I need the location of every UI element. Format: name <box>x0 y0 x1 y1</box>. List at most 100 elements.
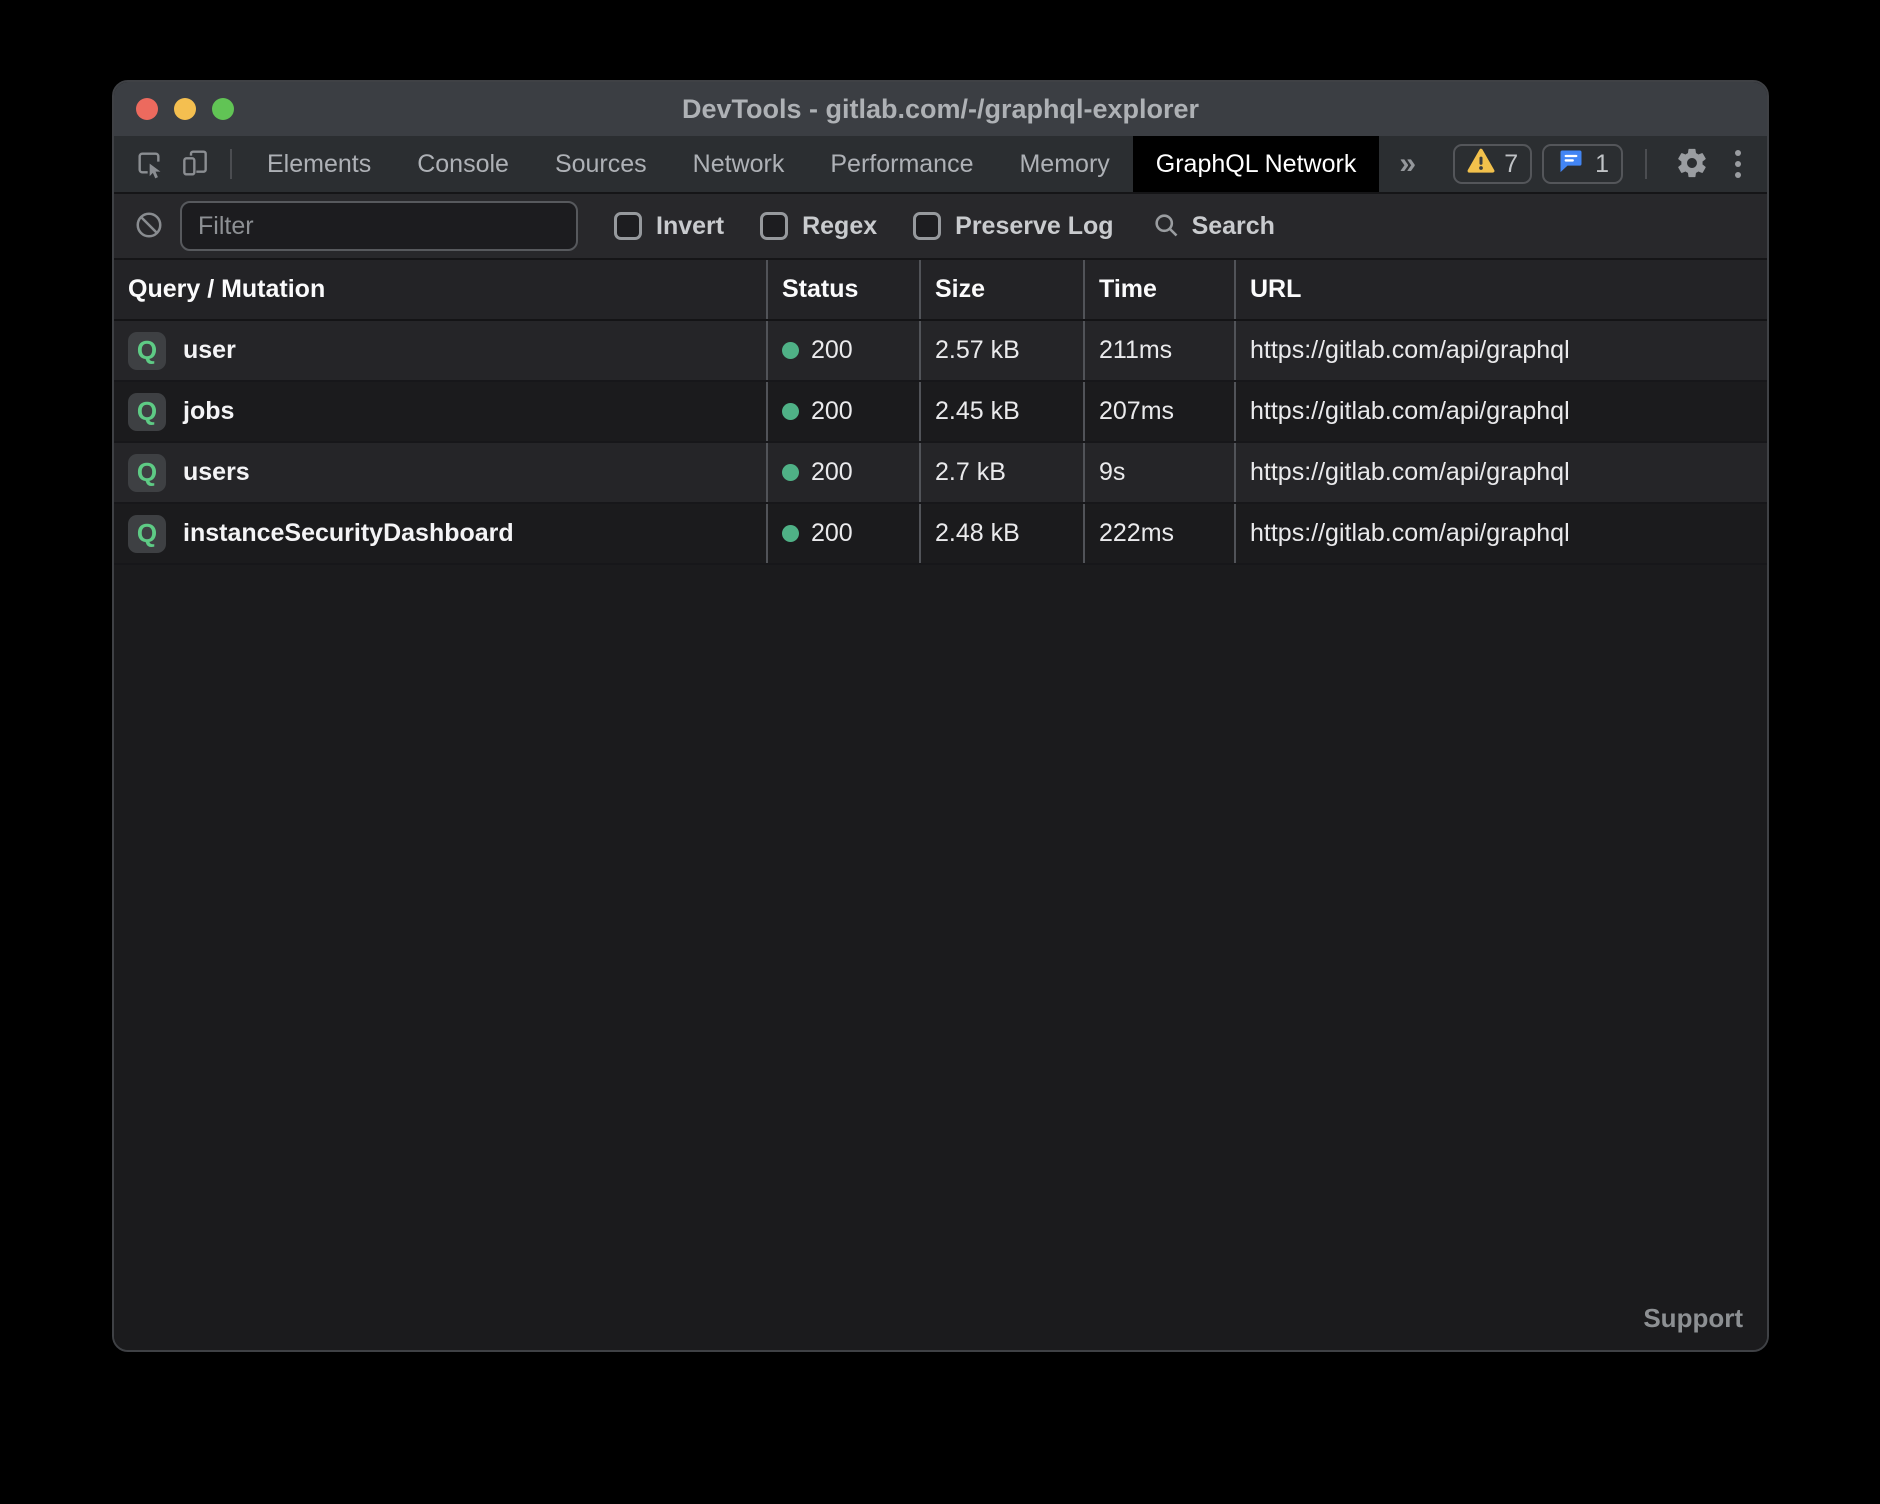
size-value: 2.45 kB <box>935 397 1020 426</box>
column-header-time[interactable]: Time <box>1083 260 1234 319</box>
status-dot-icon <box>782 342 799 359</box>
clear-button[interactable] <box>134 210 164 243</box>
time-value: 9s <box>1099 458 1125 487</box>
devtools-window: DevTools - gitlab.com/-/graphql-explorer… <box>112 80 1769 1352</box>
filter-toolbar: Invert Regex Preserve Log Search <box>114 192 1767 260</box>
size-cell: 2.57 kB <box>919 321 1083 380</box>
url-value: https://gitlab.com/api/graphql <box>1250 458 1570 487</box>
toolbar-divider <box>230 149 232 179</box>
tab-label: GraphQL Network <box>1156 150 1357 179</box>
inspect-cursor-icon <box>133 147 165 182</box>
inspect-element-button[interactable] <box>126 136 172 192</box>
checkbox-label: Preserve Log <box>955 212 1113 241</box>
tab-label: Elements <box>267 150 371 179</box>
tab-memory[interactable]: Memory <box>996 136 1132 192</box>
table-row[interactable]: Q user 200 2.57 kB 211ms https://gitlab.… <box>114 321 1767 382</box>
table-row[interactable]: Q users 200 2.7 kB 9s https://gitlab.com… <box>114 443 1767 504</box>
column-label: Query / Mutation <box>128 275 325 304</box>
warning-count: 7 <box>1504 150 1518 179</box>
more-options-button[interactable] <box>1725 150 1751 178</box>
checkbox[interactable] <box>913 212 941 240</box>
tab-label: Sources <box>555 150 647 179</box>
size-value: 2.57 kB <box>935 336 1020 365</box>
search-label: Search <box>1192 212 1275 241</box>
status-code: 200 <box>811 397 853 426</box>
query-type-badge: Q <box>128 515 166 553</box>
device-toolbar-button[interactable] <box>172 136 218 192</box>
zoom-button[interactable] <box>212 98 234 120</box>
support-link[interactable]: Support <box>1643 1303 1743 1334</box>
search-button[interactable]: Search <box>1152 211 1275 242</box>
query-name: users <box>183 458 250 487</box>
checkbox-group-invert[interactable]: Invert <box>614 212 724 241</box>
gear-icon <box>1675 146 1709 183</box>
size-value: 2.48 kB <box>935 519 1020 548</box>
column-label: URL <box>1250 275 1301 304</box>
traffic-lights <box>114 98 234 120</box>
query-cell: Q jobs <box>114 382 766 441</box>
tabbar-right-controls: 7 1 <box>1453 136 1767 192</box>
tab-elements[interactable]: Elements <box>244 136 394 192</box>
checkbox-group-regex[interactable]: Regex <box>760 212 877 241</box>
warning-icon <box>1467 148 1495 181</box>
checkbox[interactable] <box>614 212 642 240</box>
block-icon <box>134 210 164 243</box>
tab-console[interactable]: Console <box>394 136 532 192</box>
tab-performance[interactable]: Performance <box>807 136 996 192</box>
checkbox[interactable] <box>760 212 788 240</box>
settings-button[interactable] <box>1669 146 1715 183</box>
titlebar: DevTools - gitlab.com/-/graphql-explorer <box>114 82 1767 136</box>
tab-graphql-network[interactable]: GraphQL Network <box>1133 136 1380 192</box>
tab-label: Memory <box>1019 150 1109 179</box>
url-value: https://gitlab.com/api/graphql <box>1250 519 1570 548</box>
more-tabs-button[interactable]: » <box>1379 136 1436 192</box>
message-icon <box>1556 147 1586 182</box>
kebab-dot <box>1735 161 1741 167</box>
table-header: Query / Mutation Status Size Time URL <box>114 260 1767 321</box>
status-cell: 200 <box>766 443 919 502</box>
column-header-url[interactable]: URL <box>1234 260 1767 319</box>
query-name: user <box>183 336 236 365</box>
column-label: Time <box>1099 275 1157 304</box>
message-count: 1 <box>1595 150 1609 179</box>
status-cell: 200 <box>766 382 919 441</box>
checkbox-label: Invert <box>656 212 724 241</box>
query-type-badge: Q <box>128 332 166 370</box>
checkbox-group-preserve-log[interactable]: Preserve Log <box>913 212 1113 241</box>
url-value: https://gitlab.com/api/graphql <box>1250 397 1570 426</box>
query-cell: Q instanceSecurityDashboard <box>114 504 766 563</box>
status-dot-icon <box>782 403 799 420</box>
time-cell: 222ms <box>1083 504 1234 563</box>
issues-badge[interactable]: 1 <box>1542 144 1623 184</box>
table-row[interactable]: Q instanceSecurityDashboard 200 2.48 kB … <box>114 504 1767 565</box>
url-cell: https://gitlab.com/api/graphql <box>1234 382 1767 441</box>
tab-label: Performance <box>830 150 973 179</box>
filter-input[interactable] <box>180 201 578 251</box>
checkbox-label: Regex <box>802 212 877 241</box>
size-cell: 2.45 kB <box>919 382 1083 441</box>
table-row[interactable]: Q jobs 200 2.45 kB 207ms https://gitlab.… <box>114 382 1767 443</box>
time-cell: 207ms <box>1083 382 1234 441</box>
devtools-tabbar: Elements Console Sources Network Perform… <box>114 136 1767 192</box>
warnings-badge[interactable]: 7 <box>1453 144 1532 184</box>
url-cell: https://gitlab.com/api/graphql <box>1234 321 1767 380</box>
column-label: Status <box>782 275 858 304</box>
tab-sources[interactable]: Sources <box>532 136 670 192</box>
column-header-query-mutation[interactable]: Query / Mutation <box>114 260 766 319</box>
query-cell: Q users <box>114 443 766 502</box>
tab-network[interactable]: Network <box>670 136 808 192</box>
tab-label: Console <box>417 150 509 179</box>
controls-divider <box>1645 149 1647 179</box>
kebab-dot <box>1735 150 1741 156</box>
close-button[interactable] <box>136 98 158 120</box>
size-cell: 2.48 kB <box>919 504 1083 563</box>
status-code: 200 <box>811 336 853 365</box>
time-cell: 211ms <box>1083 321 1234 380</box>
column-header-status[interactable]: Status <box>766 260 919 319</box>
status-dot-icon <box>782 464 799 481</box>
status-code: 200 <box>811 458 853 487</box>
query-name: instanceSecurityDashboard <box>183 519 514 548</box>
column-header-size[interactable]: Size <box>919 260 1083 319</box>
size-cell: 2.7 kB <box>919 443 1083 502</box>
minimize-button[interactable] <box>174 98 196 120</box>
